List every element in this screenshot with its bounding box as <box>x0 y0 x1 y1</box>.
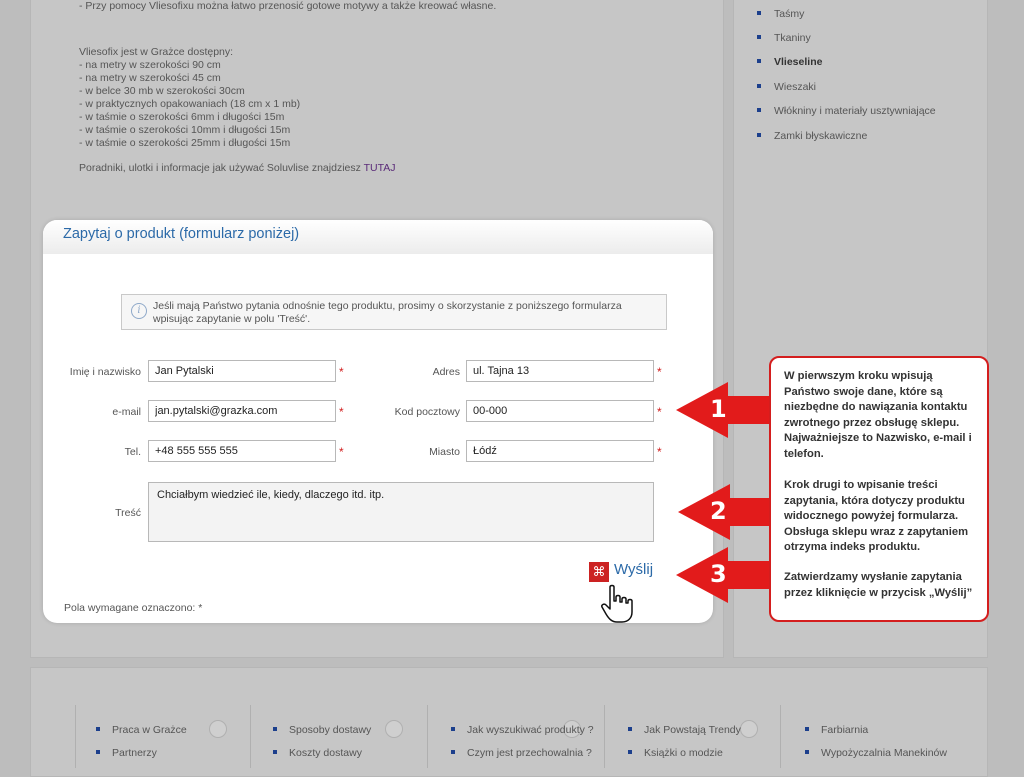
decorative-dot-icon <box>385 720 403 738</box>
required-mark: * <box>657 405 662 419</box>
step-1-number: 1 <box>710 395 727 423</box>
description-line: - w taśmie o szerokości 6mm i długości 1… <box>79 111 285 123</box>
bullet-icon <box>628 750 632 755</box>
city-label: Miasto <box>429 446 460 458</box>
step-3-text: Zatwierdzamy wysłanie zapytania przez kl… <box>784 571 973 599</box>
send-icon: ⌘ <box>589 562 609 582</box>
step-3-number: 3 <box>710 560 727 588</box>
decorative-dot-icon <box>209 720 227 738</box>
category-item[interactable]: Wieszaki <box>757 81 816 93</box>
footer-divider <box>75 705 76 768</box>
footer-link[interactable]: Praca w Grażce <box>96 724 187 736</box>
description-line: - na metry w szerokości 45 cm <box>79 72 221 84</box>
bullet-icon <box>273 727 277 732</box>
submit-label: Wyślij <box>614 561 654 578</box>
footer-link[interactable]: Partnerzy <box>96 747 157 759</box>
description-line: Vliesofix jest w Grażce dostępny: <box>79 46 234 58</box>
bullet-icon <box>451 727 455 732</box>
description-line: - w taśmie o szerokości 25mm i długości … <box>79 137 291 149</box>
email-label: e-mail <box>112 406 141 418</box>
bullet-icon <box>96 727 100 732</box>
email-input[interactable] <box>148 400 336 422</box>
hand-cursor-icon <box>601 584 633 623</box>
required-mark: * <box>657 365 662 379</box>
form-header: Zapytaj o produkt (formularz poniżej) <box>43 220 713 254</box>
category-item[interactable]: Zamki błyskawiczne <box>757 130 867 142</box>
postcode-input[interactable] <box>466 400 654 422</box>
category-item[interactable]: Taśmy <box>757 8 804 20</box>
message-label: Treść <box>115 507 141 519</box>
name-label: Imię i nazwisko <box>69 366 141 378</box>
form-title: Zapytaj o produkt (formularz poniżej) <box>63 226 300 242</box>
category-item[interactable]: Włókniny i materiały usztywniające <box>757 105 936 117</box>
postcode-label: Kod pocztowy <box>394 406 460 418</box>
address-input[interactable] <box>466 360 654 382</box>
category-item-active[interactable]: Vlieseline <box>757 56 822 68</box>
guide-link[interactable]: TUTAJ <box>364 162 396 174</box>
bullet-icon <box>757 59 761 64</box>
guide-line: Poradniki, ulotki i informacje jak używa… <box>79 162 396 174</box>
description-line: - w praktycznych opakowaniach (18 cm x 1… <box>79 98 301 110</box>
bullet-icon <box>273 750 277 755</box>
info-box: i Jeśli mają Państwo pytania odnośnie te… <box>121 294 667 330</box>
name-input[interactable] <box>148 360 336 382</box>
footer-divider <box>780 705 781 768</box>
guide-text: Poradniki, ulotki i informacje jak używa… <box>79 162 364 174</box>
footer-link[interactable]: Jak wyszukiwać produkty ? <box>451 724 594 736</box>
description-line: - w belce 30 mb w szerokości 30cm <box>79 85 245 97</box>
required-mark: * <box>657 445 662 459</box>
required-note: Pola wymagane oznaczono: * <box>64 602 203 614</box>
address-label: Adres <box>432 366 460 378</box>
bullet-icon <box>805 750 809 755</box>
phone-input[interactable] <box>148 440 336 462</box>
bullet-icon <box>805 727 809 732</box>
footer-link[interactable]: Koszty dostawy <box>273 747 362 759</box>
footer-divider <box>250 705 251 768</box>
product-question-form: Zapytaj o produkt (formularz poniżej) i … <box>43 220 713 623</box>
step-2-text: Krok drugi to wpisanie treści zapytania,… <box>784 479 969 553</box>
footer-link[interactable]: Farbiarnia <box>805 724 868 736</box>
message-textarea[interactable]: Chciałbym wiedzieć ile, kiedy, dlaczego … <box>148 482 654 542</box>
bullet-icon <box>96 750 100 755</box>
step-2-number: 2 <box>710 497 727 525</box>
footer <box>30 667 988 777</box>
bullet-icon <box>628 727 632 732</box>
description-line: - Przy pomocy Vliesofixu można łatwo prz… <box>79 0 497 12</box>
info-text: Jeśli mają Państwo pytania odnośnie tego… <box>153 300 622 325</box>
decorative-dot-icon <box>740 720 758 738</box>
bullet-icon <box>757 84 761 89</box>
footer-link[interactable]: Wypożyczalnia Manekinów <box>805 747 947 759</box>
footer-link[interactable]: Czym jest przechowalnia ? <box>451 747 592 759</box>
description-line: - na metry w szerokości 90 cm <box>79 59 221 71</box>
info-icon: i <box>131 303 147 319</box>
description-line: - w taśmie o szerokości 10mm i długości … <box>79 124 291 136</box>
phone-label: Tel. <box>124 446 141 458</box>
step-1-text: W pierwszym kroku wpisują Państwo swoje … <box>784 370 972 460</box>
footer-link[interactable]: Książki o modzie <box>628 747 723 759</box>
bullet-icon <box>757 11 761 16</box>
bullet-icon <box>757 35 761 40</box>
footer-divider <box>427 705 428 768</box>
bullet-icon <box>757 133 761 138</box>
city-input[interactable] <box>466 440 654 462</box>
bullet-icon <box>757 108 761 113</box>
footer-link[interactable]: Sposoby dostawy <box>273 724 371 736</box>
footer-divider <box>604 705 605 768</box>
bullet-icon <box>451 750 455 755</box>
footer-link[interactable]: Jak Powstają Trendy <box>628 724 741 736</box>
instruction-callout: W pierwszym kroku wpisują Państwo swoje … <box>769 356 989 622</box>
category-item[interactable]: Tkaniny <box>757 32 811 44</box>
